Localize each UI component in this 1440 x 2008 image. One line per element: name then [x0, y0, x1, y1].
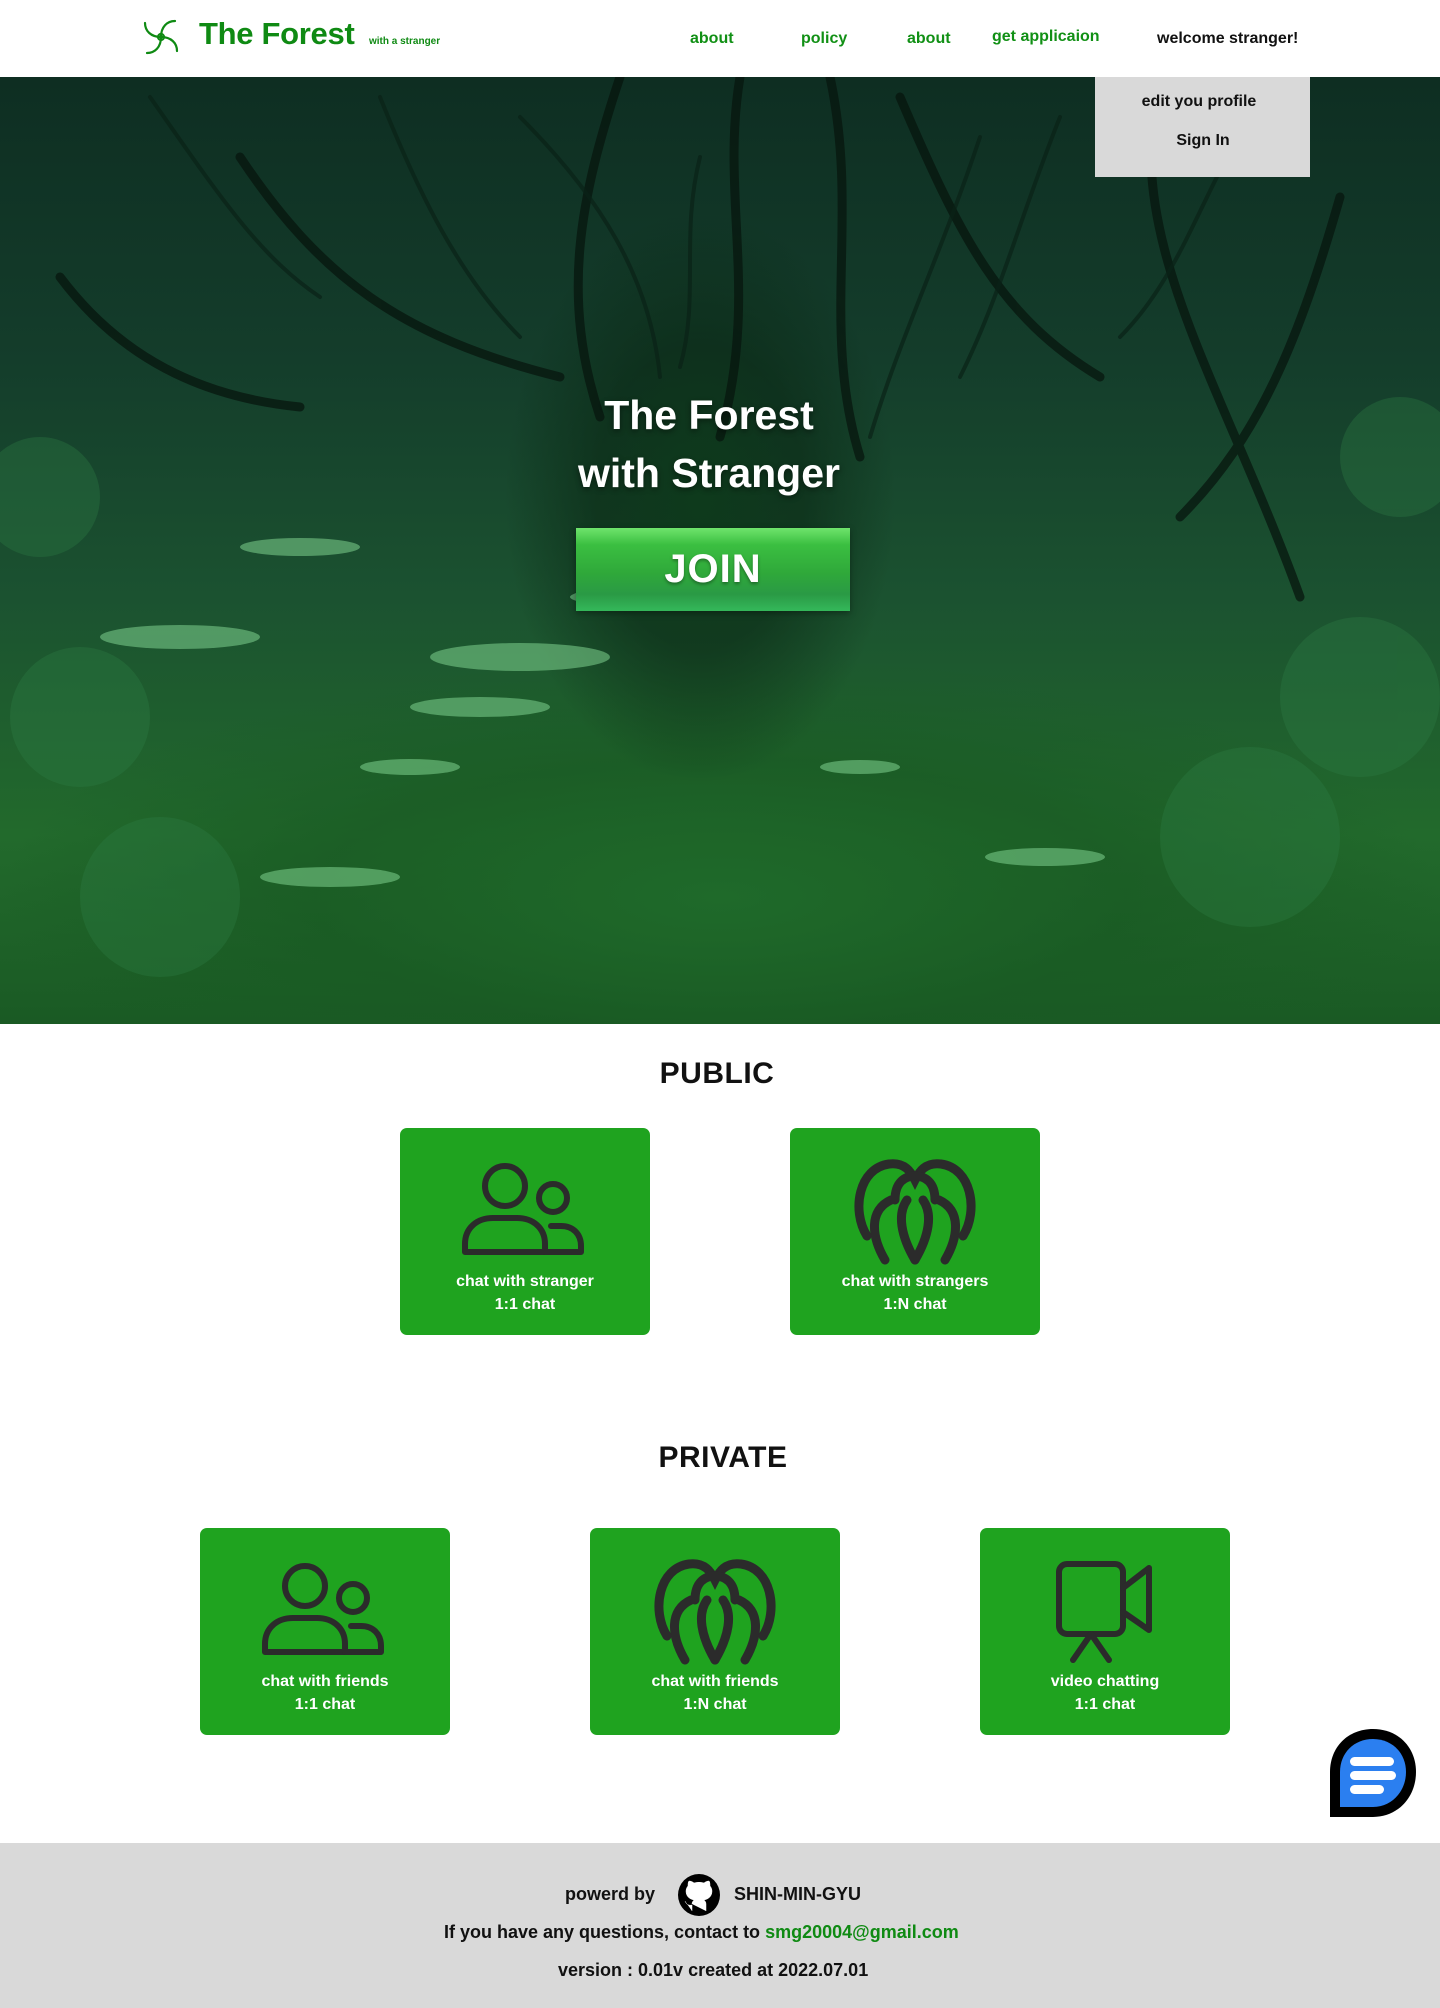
join-button[interactable]: JOIN [576, 528, 850, 611]
version-info: version : 0.01v created at 2022.07.01 [558, 1960, 869, 1980]
site-subtitle: with a stranger [369, 36, 441, 47]
nav-about[interactable]: about [690, 30, 734, 48]
user-dropdown-menu: edit you profile Sign In [1095, 77, 1310, 177]
hero-title-line-1: The Forest [604, 392, 814, 438]
hero-title-line-2: with Stranger [578, 450, 840, 496]
card-subtitle: 1:N chat [883, 1296, 947, 1313]
private-card-video-1to1[interactable]: video chatting 1:1 chat [980, 1528, 1230, 1735]
card-title: video chatting [1050, 1673, 1160, 1690]
users-pair-icon [262, 1563, 384, 1655]
public-card-stranger-1to1[interactable]: chat with stranger 1:1 chat [400, 1128, 650, 1335]
welcome-user-menu[interactable]: welcome stranger! [1157, 30, 1298, 48]
chat-bubble-icon[interactable] [1328, 1727, 1418, 1819]
card-title: chat with strangers [841, 1273, 989, 1290]
private-card-friends-1to1[interactable]: chat with friends 1:1 chat [200, 1528, 450, 1735]
card-subtitle: 1:1 chat [494, 1296, 556, 1313]
card-subtitle: 1:1 chat [294, 1696, 356, 1713]
nav-get-application[interactable]: get applicaion [992, 28, 1100, 46]
private-card-friends-1toN[interactable]: chat with friends 1:N chat [590, 1528, 840, 1735]
contact-email-link[interactable]: smg20004@gmail.com [765, 1922, 959, 1942]
private-section-title: PRIVATE [658, 1441, 788, 1474]
card-subtitle: 1:1 chat [1074, 1696, 1136, 1713]
swirl-logo-icon[interactable] [139, 15, 183, 59]
card-title: chat with friends [261, 1673, 389, 1690]
join-button-label: JOIN [664, 547, 762, 591]
site-title[interactable]: The Forest [199, 16, 355, 52]
users-group-icon [854, 1159, 976, 1265]
author-name[interactable]: SHIN-MIN-GYU [734, 1884, 861, 1905]
public-section-title: PUBLIC [659, 1057, 775, 1090]
video-camera-icon [1056, 1561, 1152, 1663]
contact-line: If you have any questions, contact to sm… [444, 1922, 959, 1943]
powered-by-label: powerd by [565, 1884, 656, 1904]
hero-banner: The Forest with Stranger JOIN [0, 77, 1440, 1024]
top-navigation-bar: The Forest with a stranger about policy … [0, 0, 1440, 77]
card-title: chat with stranger [456, 1273, 594, 1290]
card-subtitle: 1:N chat [683, 1696, 747, 1713]
public-card-strangers-1toN[interactable]: chat with strangers 1:N chat [790, 1128, 1040, 1335]
page-footer: powerd by SHIN-MIN-GYU If you have any q… [0, 1843, 1440, 2008]
sign-in-menu-item[interactable]: Sign In [1099, 132, 1307, 150]
card-title: chat with friends [651, 1673, 779, 1690]
nav-policy[interactable]: policy [801, 30, 847, 48]
contact-prefix: If you have any questions, contact to [444, 1922, 761, 1942]
edit-profile-menu-item[interactable]: edit you profile [1095, 93, 1303, 111]
github-icon[interactable] [677, 1873, 721, 1917]
users-group-icon [654, 1559, 776, 1665]
nav-about-2[interactable]: about [907, 30, 951, 48]
hero-heading: The Forest with Stranger [0, 386, 1418, 502]
users-pair-icon [462, 1163, 584, 1255]
